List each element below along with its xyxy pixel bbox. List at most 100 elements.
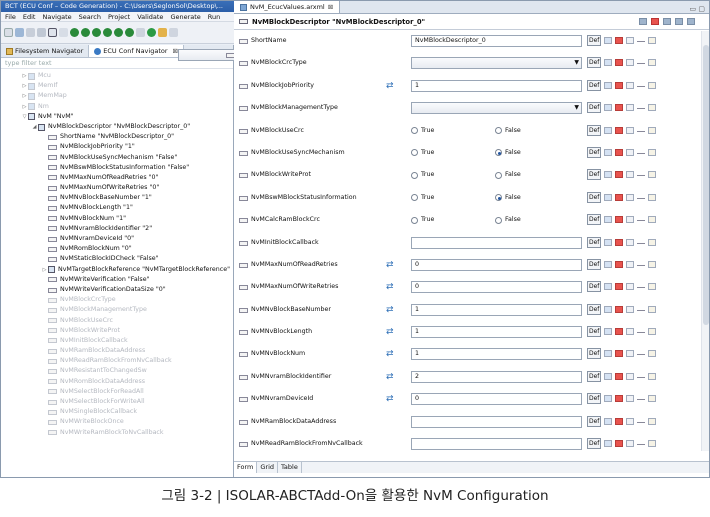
tree-item[interactable]: NvMWriteVerificationDataSize "0"	[1, 285, 233, 295]
parameter-select[interactable]: ▼	[411, 102, 582, 115]
copy-icon[interactable]	[626, 193, 635, 201]
close-icon[interactable]: ⊠	[328, 1, 333, 14]
copy-icon[interactable]	[626, 126, 635, 134]
twisty-icon[interactable]: ▷	[21, 91, 28, 101]
tree-item[interactable]: NvMNvBlockNum "1"	[1, 214, 233, 224]
swap-icon[interactable]: ⇄	[386, 305, 396, 315]
help-icon[interactable]	[648, 372, 657, 380]
tab-form[interactable]: Form	[234, 462, 258, 473]
radio-true[interactable]: True	[411, 148, 434, 158]
reset-icon[interactable]	[615, 126, 624, 134]
default-button[interactable]: Def	[587, 191, 602, 203]
parameter-value-input[interactable]: 0	[411, 393, 582, 406]
link-icon[interactable]	[604, 171, 613, 179]
copy-icon[interactable]	[626, 148, 635, 156]
view-icon[interactable]	[639, 18, 647, 25]
generate-all-icon[interactable]	[81, 28, 90, 37]
help-icon[interactable]	[648, 440, 657, 448]
help-icon[interactable]	[648, 59, 657, 67]
menu-item[interactable]: Navigate	[42, 13, 71, 21]
copy-icon[interactable]	[626, 305, 635, 313]
radio-circle[interactable]	[495, 216, 502, 224]
default-button[interactable]: Def	[587, 281, 602, 293]
link-icon[interactable]	[604, 283, 613, 291]
copy-icon[interactable]	[626, 171, 635, 179]
tree-item[interactable]: NvMMaxNumOfWriteRetries "0"	[1, 183, 233, 193]
vertical-scrollbar[interactable]	[701, 31, 709, 451]
default-button[interactable]: Def	[587, 169, 602, 181]
copy-icon[interactable]	[37, 28, 46, 37]
radio-true[interactable]: True	[411, 215, 434, 225]
reset-icon[interactable]	[615, 216, 624, 224]
reset-icon[interactable]	[651, 18, 659, 25]
copy-icon[interactable]	[626, 59, 635, 67]
twisty-icon[interactable]: ▷	[41, 265, 48, 275]
help-icon[interactable]	[648, 260, 657, 268]
copy-icon[interactable]	[626, 440, 635, 448]
default-button[interactable]: Def	[587, 326, 602, 338]
radio-false[interactable]: False	[495, 126, 521, 136]
link-icon[interactable]	[604, 193, 613, 201]
default-button[interactable]: Def	[587, 348, 602, 360]
tree-item[interactable]: NvMWriteBlockOnce	[1, 417, 233, 427]
link-icon[interactable]	[604, 328, 613, 336]
swap-icon[interactable]: ⇄	[386, 372, 396, 382]
generate-icon[interactable]	[70, 28, 79, 37]
default-button[interactable]: Def	[587, 146, 602, 158]
tree-item[interactable]: NvMSelectBlockForWriteAll	[1, 397, 233, 407]
copy-icon[interactable]	[626, 216, 635, 224]
menu-item[interactable]: Validate	[137, 13, 163, 21]
menu-item[interactable]: Run	[208, 13, 220, 21]
scrollbar-thumb[interactable]	[703, 45, 709, 325]
tree-item[interactable]: NvMSelectBlockForReadAll	[1, 387, 233, 397]
radio-true[interactable]: True	[411, 126, 434, 136]
swap-icon[interactable]: ⇄	[386, 282, 396, 292]
parameter-value-input[interactable]	[411, 236, 582, 249]
copy-icon[interactable]	[626, 395, 635, 403]
radio-circle[interactable]	[411, 149, 418, 157]
radio-circle[interactable]	[495, 171, 502, 179]
link-icon[interactable]	[604, 126, 613, 134]
tree-item[interactable]: NvMRomBlockDataAddress	[1, 377, 233, 387]
link-icon[interactable]	[604, 104, 613, 112]
reset-icon[interactable]	[615, 81, 624, 89]
reset-icon[interactable]	[615, 440, 624, 448]
tab-grid[interactable]: Grid	[257, 462, 279, 473]
copy-icon[interactable]	[626, 417, 635, 425]
default-button[interactable]: Def	[587, 57, 602, 69]
minimize-icon[interactable]: ▭	[690, 5, 697, 13]
tree-item[interactable]: ▷ MemIf	[1, 81, 233, 91]
radio-circle[interactable]	[411, 127, 418, 135]
tree-item[interactable]: ▽ NvM "NvM"	[1, 112, 233, 122]
tree-item[interactable]: NvMMaxNumOfReadRetries "0"	[1, 173, 233, 183]
link-icon[interactable]	[604, 372, 613, 380]
tree-item[interactable]: NvMBlockWriteProt	[1, 326, 233, 336]
help-icon[interactable]	[648, 148, 657, 156]
link-icon[interactable]	[604, 238, 613, 246]
menu-item[interactable]: Project	[108, 13, 130, 21]
menu-item[interactable]: Edit	[23, 13, 36, 21]
tree-item[interactable]: NvMWriteVerification "False"	[1, 275, 233, 285]
maximize-icon[interactable]: ▢	[698, 5, 705, 13]
parameter-value-input[interactable]	[411, 438, 582, 451]
tree-item[interactable]: NvMRomBlockNum "0"	[1, 244, 233, 254]
default-button[interactable]: Def	[587, 438, 602, 450]
default-button[interactable]: Def	[587, 35, 602, 46]
copy-icon[interactable]	[626, 104, 635, 112]
link-icon[interactable]	[604, 81, 613, 89]
tree-item[interactable]: NvMBlockCrcType	[1, 295, 233, 305]
run-icon[interactable]	[147, 28, 156, 37]
radio-circle[interactable]	[495, 194, 502, 202]
default-button[interactable]: Def	[587, 415, 602, 427]
help-icon[interactable]	[648, 305, 657, 313]
parameter-value-input[interactable]: 0	[411, 281, 582, 294]
tab-filesystem-navigator[interactable]: Filesystem Navigator	[1, 45, 90, 57]
default-button[interactable]: Def	[587, 303, 602, 315]
radio-circle[interactable]	[411, 171, 418, 179]
help-icon[interactable]	[648, 171, 657, 179]
swap-icon[interactable]: ⇄	[386, 349, 396, 359]
copy-icon[interactable]	[626, 328, 635, 336]
check-icon[interactable]	[114, 28, 123, 37]
tree-item[interactable]: NvMStaticBlockIDCheck "False"	[1, 254, 233, 264]
search-icon[interactable]	[169, 28, 178, 37]
